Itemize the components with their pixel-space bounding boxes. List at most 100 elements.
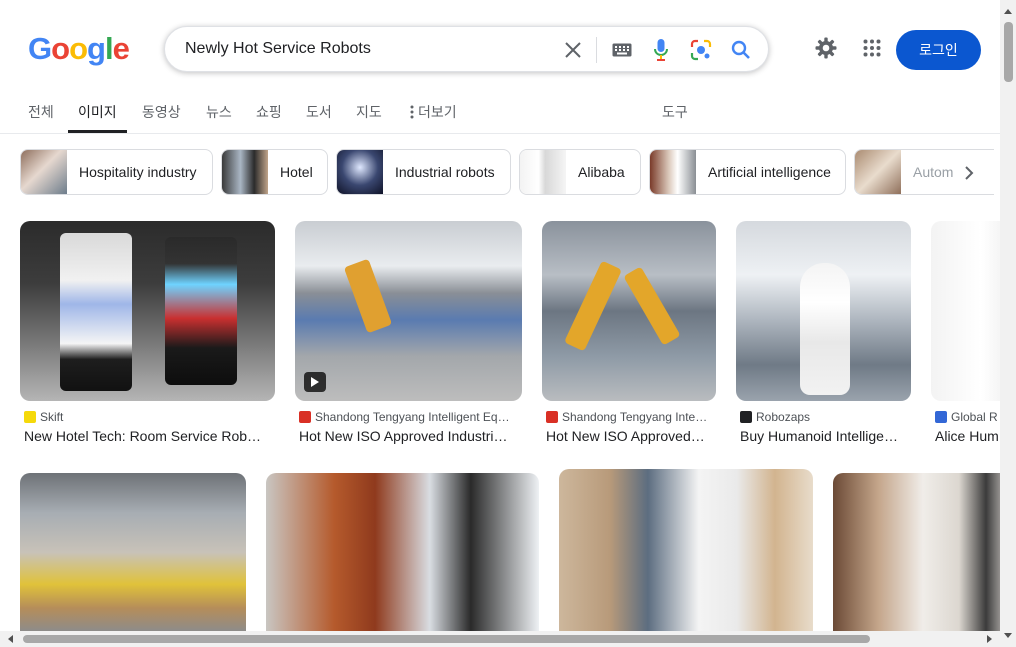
result-image[interactable] xyxy=(266,473,539,632)
favicon-icon xyxy=(546,411,558,423)
chip-industrial-robots[interactable]: Industrial robots xyxy=(336,149,511,195)
robot-figure xyxy=(60,233,132,391)
result-image[interactable] xyxy=(559,469,813,632)
apps-icon[interactable] xyxy=(860,36,884,60)
lens-icon[interactable] xyxy=(689,38,713,62)
search-tabs: 전체 이미지 동영상 뉴스 쇼핑 도서 지도 더보기 도구 xyxy=(0,96,1000,134)
chip-ai[interactable]: Artificial intelligence xyxy=(649,149,846,195)
chip-hotel[interactable]: Hotel xyxy=(221,149,328,195)
horizontal-scroll-thumb[interactable] xyxy=(23,635,870,643)
image-result[interactable] xyxy=(833,473,1000,632)
vertical-scroll-thumb[interactable] xyxy=(1004,22,1013,82)
scroll-down-icon[interactable] xyxy=(1000,629,1016,643)
logo-letter: o xyxy=(51,31,70,66)
horizontal-scrollbar[interactable] xyxy=(0,631,1000,647)
image-result[interactable] xyxy=(559,469,813,632)
logo-letter: g xyxy=(87,31,106,66)
search-box[interactable]: Newly Hot Service Robots xyxy=(164,26,769,72)
logo-letter: l xyxy=(104,31,114,66)
refine-chips: Hospitality industry Hotel Industrial ro… xyxy=(20,149,1000,197)
play-icon[interactable] xyxy=(304,372,326,392)
chip-hospitality[interactable]: Hospitality industry xyxy=(20,149,213,195)
image-result[interactable]: Skift New Hotel Tech: Room Service Rob… xyxy=(20,221,275,444)
vertical-scrollbar[interactable] xyxy=(1000,0,1016,647)
source-name: Skift xyxy=(40,410,64,424)
chip-label: Alibaba xyxy=(578,164,625,180)
result-source[interactable]: Shandong Tengyang Intelligent Eq… xyxy=(299,410,510,424)
robot-arm-figure xyxy=(564,260,622,352)
scroll-right-icon[interactable] xyxy=(982,631,996,647)
settings-icon[interactable] xyxy=(814,36,838,60)
tab-all[interactable]: 전체 xyxy=(28,102,54,133)
chevron-right-icon[interactable] xyxy=(955,162,983,184)
google-logo[interactable]: Google xyxy=(28,31,130,67)
tab-more-label: 더보기 xyxy=(418,104,457,120)
chip-thumbnail xyxy=(520,150,566,194)
tab-shopping[interactable]: 쇼핑 xyxy=(256,102,282,133)
chip-thumbnail xyxy=(222,150,268,194)
search-icon[interactable] xyxy=(729,38,753,62)
result-source[interactable]: Shandong Tengyang Inte… xyxy=(546,410,707,424)
image-result[interactable]: Shandong Tengyang Intelligent Eq… Hot Ne… xyxy=(295,221,522,444)
image-result[interactable]: Robozaps Buy Humanoid Intellige… xyxy=(736,221,911,444)
image-result[interactable]: Global R Alice Hum xyxy=(931,221,1000,451)
result-title[interactable]: Buy Humanoid Intellige… xyxy=(740,428,908,444)
result-image[interactable] xyxy=(20,473,246,632)
tab-news[interactable]: 뉴스 xyxy=(206,102,232,133)
result-title[interactable]: Hot New ISO Approved Industri… xyxy=(299,428,519,444)
tab-books[interactable]: 도서 xyxy=(306,102,332,133)
result-source[interactable]: Robozaps xyxy=(740,410,810,424)
source-name: Shandong Tengyang Inte… xyxy=(562,410,708,424)
scroll-left-icon[interactable] xyxy=(4,631,18,647)
close-icon[interactable] xyxy=(561,38,585,62)
result-image[interactable] xyxy=(931,221,1000,401)
favicon-icon xyxy=(935,411,947,423)
image-result[interactable] xyxy=(266,473,539,632)
robot-arm-figure xyxy=(343,258,393,334)
result-title[interactable]: New Hotel Tech: Room Service Rob… xyxy=(24,428,272,444)
scroll-up-icon[interactable] xyxy=(1000,4,1016,18)
result-source[interactable]: Global R xyxy=(935,410,998,424)
robot-arm-figure xyxy=(623,266,681,346)
mic-icon[interactable] xyxy=(649,38,673,62)
chip-label: Hotel xyxy=(280,164,313,180)
source-name: Global R xyxy=(951,410,998,424)
tab-more[interactable]: 더보기 xyxy=(410,102,457,133)
result-image[interactable] xyxy=(833,473,1000,632)
chip-label: Artificial intelligence xyxy=(708,164,831,180)
login-button[interactable]: 로그인 xyxy=(896,30,981,70)
result-image[interactable] xyxy=(736,221,911,401)
result-image[interactable] xyxy=(542,221,716,401)
robot-figure xyxy=(800,263,850,395)
image-result[interactable] xyxy=(20,473,246,632)
result-image[interactable] xyxy=(20,221,275,401)
chip-label: Hospitality industry xyxy=(79,164,197,180)
robot-figure xyxy=(165,237,237,385)
chip-thumbnail xyxy=(650,150,696,194)
chip-thumbnail xyxy=(21,150,67,194)
favicon-icon xyxy=(24,411,36,423)
result-source[interactable]: Skift xyxy=(24,410,63,424)
tab-videos[interactable]: 동영상 xyxy=(142,102,181,133)
keyboard-icon[interactable] xyxy=(610,38,634,62)
chip-thumbnail xyxy=(337,150,383,194)
result-title[interactable]: Alice Hum xyxy=(935,428,1000,444)
favicon-icon xyxy=(299,411,311,423)
search-input[interactable]: Newly Hot Service Robots xyxy=(185,40,371,58)
search-divider xyxy=(596,37,597,63)
logo-letter: o xyxy=(69,31,88,66)
image-result[interactable]: Shandong Tengyang Inte… Hot New ISO Appr… xyxy=(542,221,716,444)
tools-button[interactable]: 도구 xyxy=(662,102,688,133)
result-image[interactable] xyxy=(295,221,522,401)
more-vert-icon xyxy=(410,105,414,119)
logo-letter: G xyxy=(28,31,52,66)
result-title[interactable]: Hot New ISO Approved… xyxy=(546,428,714,444)
chip-thumbnail xyxy=(855,150,901,194)
source-name: Shandong Tengyang Intelligent Eq… xyxy=(315,410,510,424)
source-name: Robozaps xyxy=(756,410,811,424)
chip-label: Industrial robots xyxy=(395,164,495,180)
tab-images[interactable]: 이미지 xyxy=(68,102,127,133)
tab-maps[interactable]: 지도 xyxy=(356,102,382,133)
chip-alibaba[interactable]: Alibaba xyxy=(519,149,641,195)
favicon-icon xyxy=(740,411,752,423)
